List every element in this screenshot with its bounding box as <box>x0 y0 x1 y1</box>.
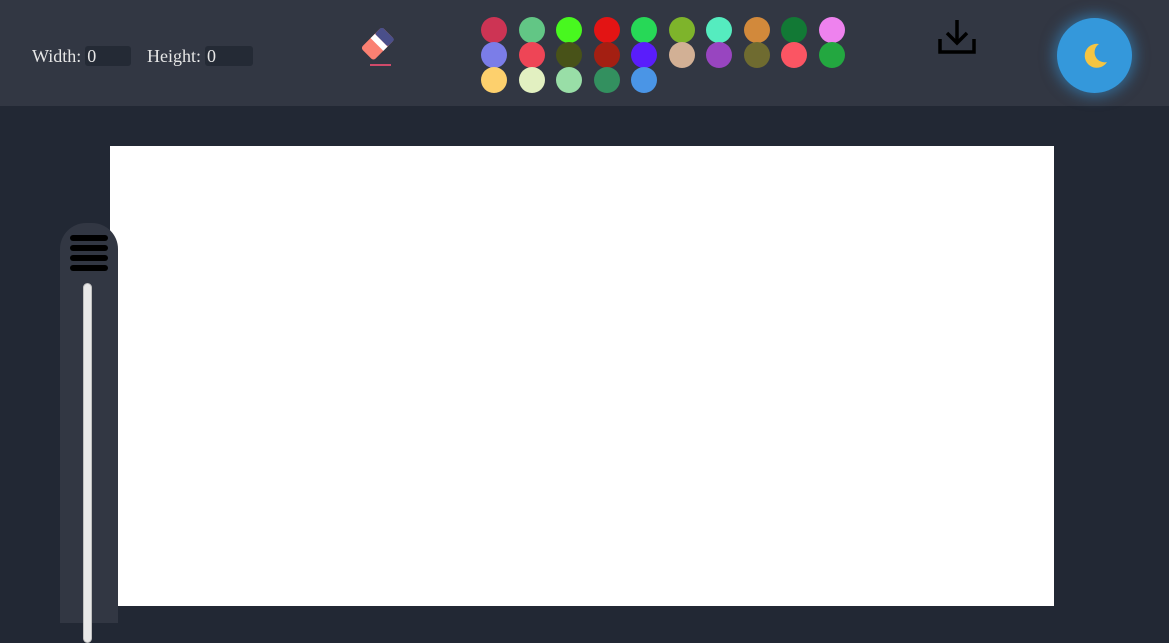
brush-size-slider[interactable] <box>83 283 92 643</box>
hamburger-menu-icon[interactable] <box>68 233 110 273</box>
width-input[interactable]: 0 <box>85 46 132 66</box>
color-swatch[interactable] <box>819 17 845 43</box>
height-input[interactable]: 0 <box>205 46 253 66</box>
color-swatch[interactable] <box>781 17 807 43</box>
color-swatch[interactable] <box>631 67 657 93</box>
color-swatch[interactable] <box>706 42 732 68</box>
toolbar: Width: 0 Height: 0 <box>0 0 1169 106</box>
color-swatch[interactable] <box>481 67 507 93</box>
color-swatch[interactable] <box>519 42 545 68</box>
color-swatch[interactable] <box>556 17 582 43</box>
color-swatch[interactable] <box>481 17 507 43</box>
width-label: Width: <box>32 45 82 66</box>
color-swatch[interactable] <box>556 42 582 68</box>
color-swatch[interactable] <box>631 17 657 43</box>
brush-size-panel <box>60 223 118 643</box>
height-label: Height: <box>147 45 201 66</box>
color-swatch[interactable] <box>556 67 582 93</box>
eraser-icon[interactable] <box>350 27 394 68</box>
color-swatch[interactable] <box>519 17 545 43</box>
height-control: Height: 0 <box>147 44 253 68</box>
color-swatch[interactable] <box>594 67 620 93</box>
color-swatch[interactable] <box>519 67 545 93</box>
moon-icon <box>1079 40 1111 72</box>
theme-toggle-button[interactable] <box>1057 18 1132 93</box>
color-swatch[interactable] <box>781 42 807 68</box>
download-icon[interactable] <box>937 18 977 56</box>
color-swatch[interactable] <box>594 42 620 68</box>
color-swatch[interactable] <box>744 42 770 68</box>
color-swatch[interactable] <box>819 42 845 68</box>
color-swatch[interactable] <box>594 17 620 43</box>
drawing-canvas[interactable] <box>110 146 1054 606</box>
color-swatch[interactable] <box>744 17 770 43</box>
width-control: Width: 0 <box>32 44 132 68</box>
color-swatch[interactable] <box>481 42 507 68</box>
color-swatch[interactable] <box>706 17 732 43</box>
color-swatch[interactable] <box>631 42 657 68</box>
color-swatch[interactable] <box>669 42 695 68</box>
color-swatch[interactable] <box>669 17 695 43</box>
